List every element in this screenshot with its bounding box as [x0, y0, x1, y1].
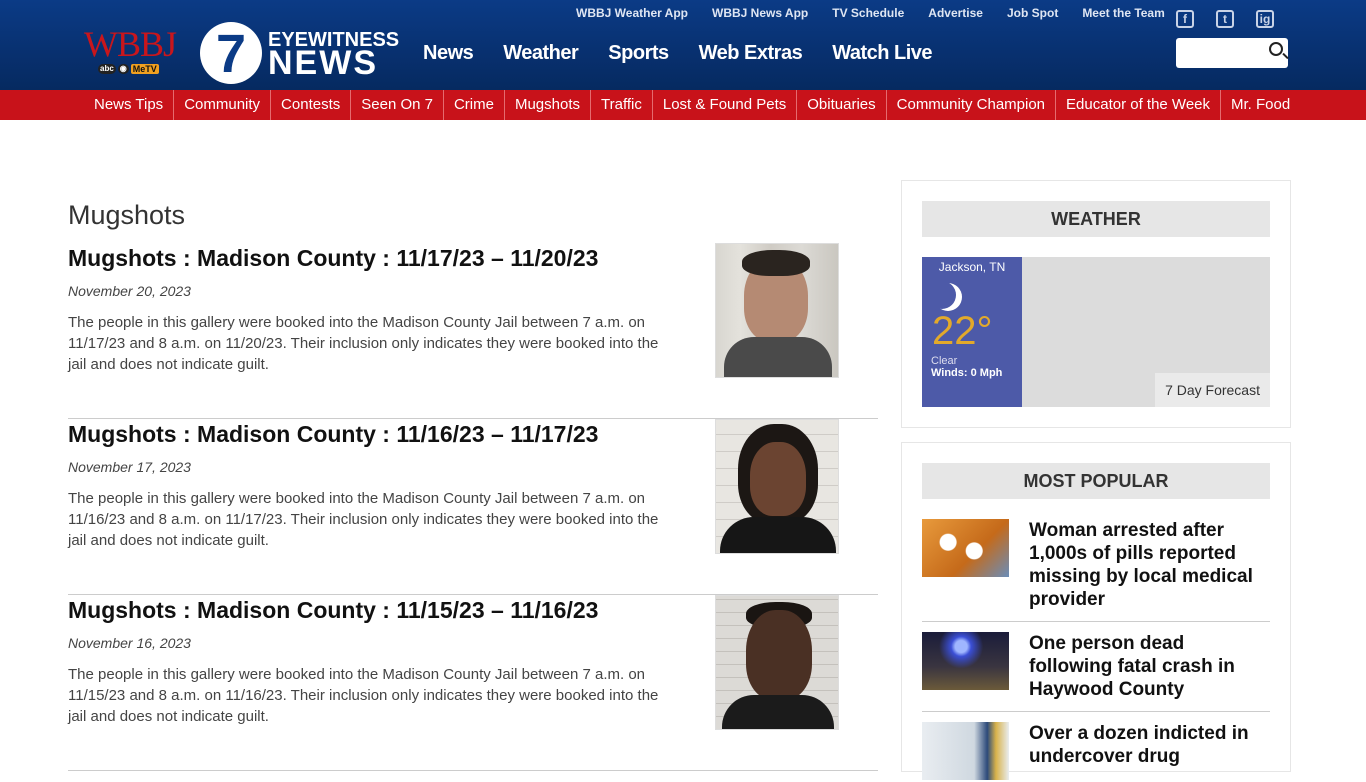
subnav-educator-week[interactable]: Educator of the Week: [1056, 90, 1222, 120]
channel-7-logo[interactable]: 7: [200, 22, 262, 84]
cbs-eye-logo: ◉: [117, 64, 129, 74]
top-link-advertise[interactable]: Advertise: [928, 6, 983, 20]
article-excerpt: The people in this gallery were booked i…: [68, 666, 659, 725]
subnav-mugshots[interactable]: Mugshots: [505, 90, 592, 120]
article-title[interactable]: Mugshots : Madison County : 11/15/23 – 1…: [68, 597, 598, 624]
article-date: November 16, 2023: [68, 635, 191, 651]
facebook-icon[interactable]: f: [1176, 10, 1194, 28]
article-date: November 20, 2023: [68, 283, 191, 299]
article-item: Mugshots : Madison County : 11/16/23 – 1…: [68, 419, 878, 595]
article-item: Mugshots : Madison County : 11/15/23 – 1…: [68, 595, 878, 771]
main-content: Mugshots Mugshots : Madison County : 11/…: [68, 200, 878, 771]
nav-news[interactable]: News: [423, 42, 474, 65]
social-links: f t ig: [1176, 10, 1274, 28]
abc-logo: abc: [98, 64, 116, 74]
subnav-obituaries[interactable]: Obituaries: [797, 90, 887, 120]
article-excerpt: The people in this gallery were booked i…: [68, 490, 659, 549]
sidebar: WEATHER Jackson, TN 22° Clear Winds: 0 M…: [901, 180, 1291, 780]
mugshot-face: [750, 442, 806, 516]
article-title[interactable]: Mugshots : Madison County : 11/17/23 – 1…: [68, 245, 598, 272]
mugshot-face: [746, 610, 812, 700]
most-popular-title: MOST POPULAR: [922, 463, 1270, 499]
metv-logo: MeTV: [130, 64, 159, 74]
page-title: Mugshots: [68, 200, 186, 230]
mugshot-shirt: [724, 337, 832, 377]
news-wordmark: NEWS: [268, 44, 378, 82]
popular-headline[interactable]: Woman arrested after 1,000s of pills rep…: [1029, 519, 1269, 611]
instagram-icon[interactable]: ig: [1256, 10, 1274, 28]
nav-watch-live[interactable]: Watch Live: [832, 42, 932, 65]
top-link-weather-app[interactable]: WBBJ Weather App: [576, 6, 688, 20]
article-excerpt: The people in this gallery were booked i…: [68, 314, 659, 373]
weather-current: Jackson, TN 22° Clear Winds: 0 Mph: [922, 257, 1022, 407]
weather-wind: Winds: 0 Mph: [931, 367, 1003, 379]
crash-scene-thumbnail[interactable]: [922, 632, 1009, 690]
subnav-community-champion[interactable]: Community Champion: [887, 90, 1057, 120]
subnav-news-tips[interactable]: News Tips: [84, 90, 175, 120]
weather-temp: 22°: [932, 309, 993, 353]
subnav-community[interactable]: Community: [174, 90, 272, 120]
nav-sports[interactable]: Sports: [608, 42, 669, 65]
main-nav: News Weather Sports Web Extras Watch Liv…: [423, 42, 962, 65]
weather-widget: WEATHER Jackson, TN 22° Clear Winds: 0 M…: [901, 180, 1291, 428]
top-link-job-spot[interactable]: Job Spot: [1007, 6, 1058, 20]
article-thumbnail[interactable]: [715, 243, 839, 378]
article-thumbnail[interactable]: [715, 595, 839, 730]
search-icon[interactable]: [1269, 42, 1283, 56]
popular-item[interactable]: Over a dozen indicted in undercover drug: [922, 722, 1270, 782]
pills-thumbnail[interactable]: [922, 519, 1009, 577]
subnav-seen-on-7[interactable]: Seen On 7: [351, 90, 444, 120]
popular-headline[interactable]: One person dead following fatal crash in…: [1029, 632, 1269, 701]
most-popular-widget: MOST POPULAR Woman arrested after 1,000s…: [901, 442, 1291, 780]
section-nav: News Tips Community Contests Seen On 7 C…: [0, 90, 1366, 120]
top-link-news-app[interactable]: WBBJ News App: [712, 6, 808, 20]
top-link-meet-team[interactable]: Meet the Team: [1082, 6, 1164, 20]
mugshot-shirt: [722, 695, 834, 729]
tbi-sign-thumbnail[interactable]: [922, 722, 1009, 780]
subnav-lost-found-pets[interactable]: Lost & Found Pets: [653, 90, 798, 120]
top-utility-nav: WBBJ Weather App WBBJ News App TV Schedu…: [576, 6, 1189, 20]
site-header: WBBJ abc ◉ MeTV 7 EYEWITNESS NEWS WBBJ W…: [0, 0, 1366, 90]
nav-weather[interactable]: Weather: [503, 42, 579, 65]
weather-widget-title: WEATHER: [922, 201, 1270, 237]
popular-headline[interactable]: Over a dozen indicted in undercover drug: [1029, 722, 1269, 768]
popular-item[interactable]: One person dead following fatal crash in…: [922, 632, 1270, 712]
mugshot-shirt: [720, 517, 836, 553]
article-item: Mugshots : Madison County : 11/17/23 – 1…: [68, 243, 878, 419]
subnav-crime[interactable]: Crime: [444, 90, 505, 120]
article-date: November 17, 2023: [68, 459, 191, 475]
article-title[interactable]: Mugshots : Madison County : 11/16/23 – 1…: [68, 421, 598, 448]
wbbj-logo[interactable]: WBBJ: [84, 26, 177, 62]
top-link-tv-schedule[interactable]: TV Schedule: [832, 6, 904, 20]
network-logos: abc ◉ MeTV: [98, 64, 159, 74]
subnav-contests[interactable]: Contests: [271, 90, 352, 120]
subnav-traffic[interactable]: Traffic: [591, 90, 653, 120]
weather-panel[interactable]: Jackson, TN 22° Clear Winds: 0 Mph 7 Day…: [922, 257, 1270, 407]
search-input[interactable]: [1176, 38, 1288, 68]
seven-day-forecast-button[interactable]: 7 Day Forecast: [1155, 373, 1270, 407]
weather-city: Jackson, TN: [938, 260, 1006, 274]
mugshot-hair: [742, 250, 810, 276]
nav-web-extras[interactable]: Web Extras: [699, 42, 803, 65]
subnav-mr-food[interactable]: Mr. Food: [1221, 90, 1300, 120]
popular-item[interactable]: Woman arrested after 1,000s of pills rep…: [922, 519, 1270, 622]
channel-number: 7: [215, 24, 247, 84]
weather-condition: Clear: [931, 355, 958, 367]
moon-icon: [928, 281, 956, 309]
article-thumbnail[interactable]: [715, 419, 839, 554]
twitter-icon[interactable]: t: [1216, 10, 1234, 28]
